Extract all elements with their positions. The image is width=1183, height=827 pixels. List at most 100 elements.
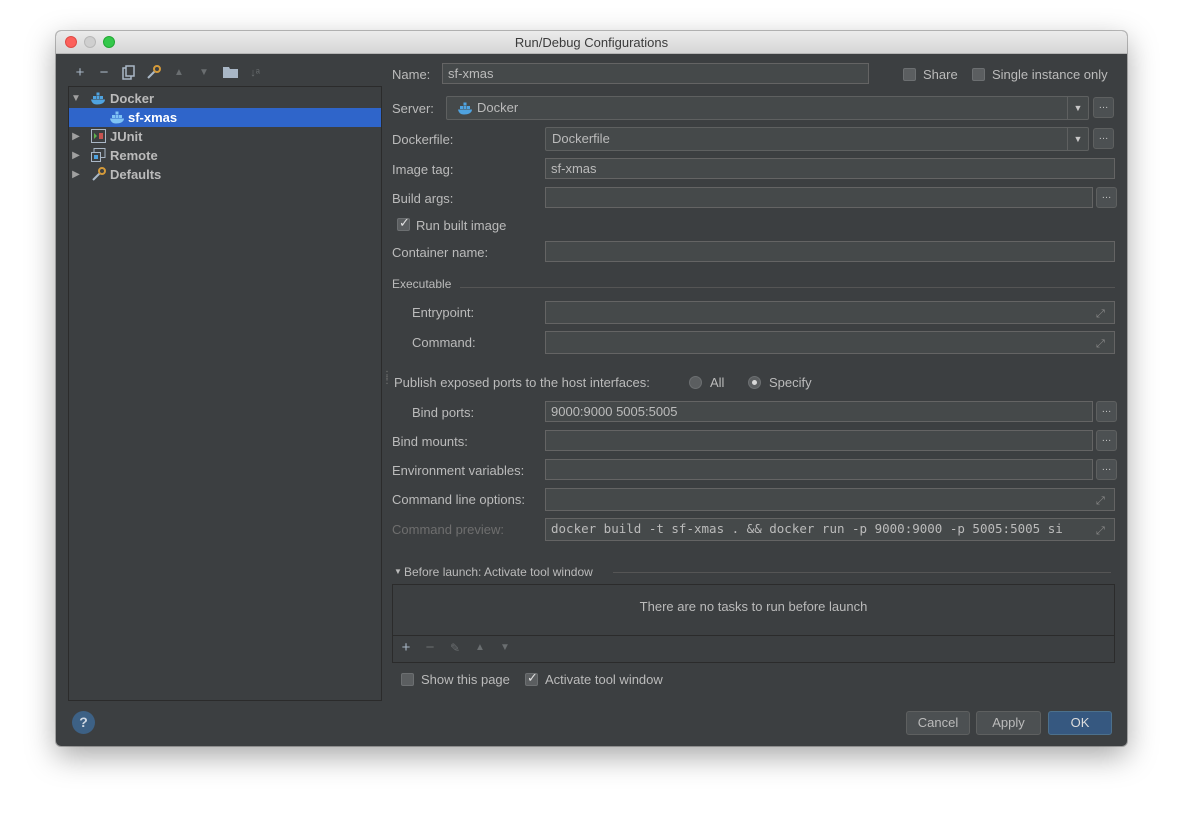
chevron-right-icon[interactable]: ▶ [71, 127, 81, 146]
expand-icon[interactable]: ⤢ [1096, 338, 1108, 350]
dockerfile-label: Dockerfile: [392, 132, 454, 147]
entrypoint-field[interactable] [545, 301, 1115, 324]
tree-item-label: Docker [110, 91, 155, 106]
publish-specify-radio[interactable] [748, 376, 761, 389]
cmd-options-field[interactable] [545, 488, 1115, 511]
tree-item-label: Remote [110, 148, 158, 163]
build-args-browse-button[interactable]: … [1096, 187, 1117, 208]
show-page-label: Show this page [421, 672, 510, 687]
folder-icon[interactable] [222, 65, 238, 81]
bind-ports-label: Bind ports: [412, 405, 475, 420]
publish-all-label: All [710, 375, 725, 390]
chevron-right-icon[interactable]: ▶ [71, 165, 81, 184]
radio-selected-dot [752, 380, 757, 385]
activate-tool-window-checkbox[interactable]: ✓ [525, 670, 538, 686]
remote-icon [91, 148, 107, 163]
command-field[interactable] [545, 331, 1115, 354]
executable-section-label: Executable [392, 277, 452, 291]
move-down-icon[interactable]: ▼ [497, 640, 513, 656]
before-launch-panel: There are no tasks to run before launch … [392, 584, 1115, 663]
edit-defaults-icon[interactable] [146, 65, 162, 81]
docker-icon [458, 100, 474, 122]
expand-icon[interactable]: ⤢ [1096, 525, 1108, 537]
apply-button[interactable]: Apply [976, 711, 1041, 735]
check-icon: ✓ [399, 215, 410, 230]
remove-icon[interactable]: − [422, 640, 438, 656]
sort-icon[interactable]: ↓ᵃ [247, 65, 263, 81]
bind-mounts-browse-button[interactable]: … [1096, 430, 1117, 451]
edit-icon[interactable]: ✎ [447, 640, 463, 656]
before-launch-header[interactable]: Before launch: Activate tool window [404, 565, 593, 579]
share-checkbox[interactable] [903, 68, 916, 81]
collapse-triangle-icon[interactable]: ▼ [394, 567, 402, 576]
bind-mounts-field[interactable] [545, 430, 1093, 451]
chevron-right-icon[interactable]: ▶ [71, 146, 81, 165]
run-built-image-checkbox[interactable]: ✓ [397, 215, 410, 231]
env-vars-field[interactable] [545, 459, 1093, 480]
share-label: Share [923, 67, 958, 82]
defaults-icon [91, 167, 107, 182]
chevron-down-icon[interactable]: ▼ [1067, 128, 1088, 150]
server-select[interactable]: Docker ▼ [446, 96, 1089, 120]
move-up-icon[interactable]: ▲ [171, 65, 187, 81]
minimize-window-button[interactable] [84, 36, 96, 48]
ok-button[interactable]: OK [1048, 711, 1112, 735]
add-icon[interactable]: + [72, 65, 88, 81]
tree-item-remote[interactable]: ▶ Remote [69, 146, 381, 165]
executable-separator [460, 287, 1115, 288]
build-args-label: Build args: [392, 191, 454, 206]
env-vars-browse-button[interactable]: … [1096, 459, 1117, 480]
container-name-field[interactable] [545, 241, 1115, 262]
tree-item-sf-xmas[interactable]: sf-xmas [69, 108, 381, 127]
copy-icon[interactable] [121, 65, 137, 81]
bind-ports-browse-button[interactable]: … [1096, 401, 1117, 422]
zoom-window-button[interactable] [103, 36, 115, 48]
server-label: Server: [392, 101, 434, 116]
publish-specify-label: Specify [769, 375, 812, 390]
bind-ports-field[interactable]: 9000:9000 5005:5005 [545, 401, 1093, 422]
dockerfile-browse-button[interactable]: … [1093, 128, 1114, 149]
tree-item-label: JUnit [110, 129, 143, 144]
env-vars-label: Environment variables: [392, 463, 525, 478]
check-icon: ✓ [527, 670, 538, 685]
tree-item-junit[interactable]: ▶ JUnit [69, 127, 381, 146]
drag-handle-icon[interactable]: ⋮ ⋮ [382, 371, 392, 386]
before-launch-toolbar: + − ✎ ▲ ▼ [393, 635, 1114, 662]
single-instance-checkbox[interactable] [972, 68, 985, 81]
tree-item-defaults[interactable]: ▶ Defaults [69, 165, 381, 184]
remove-icon[interactable]: − [96, 65, 112, 81]
junit-icon [91, 129, 107, 144]
tree-item-label: Defaults [110, 167, 162, 182]
before-launch-separator [613, 572, 1111, 573]
server-value: Docker [477, 100, 519, 115]
image-tag-label: Image tag: [392, 162, 454, 177]
show-page-checkbox[interactable] [401, 673, 414, 686]
chevron-down-icon[interactable]: ▼ [1067, 97, 1088, 119]
chevron-down-icon[interactable]: ▼ [71, 89, 81, 108]
cancel-button[interactable]: Cancel [906, 711, 970, 735]
build-args-field[interactable] [545, 187, 1093, 208]
docker-icon [91, 91, 107, 106]
image-tag-field[interactable]: sf-xmas [545, 158, 1115, 179]
server-browse-button[interactable]: … [1093, 97, 1114, 118]
dockerfile-value: Dockerfile [552, 131, 610, 146]
help-button[interactable]: ? [72, 711, 95, 734]
entrypoint-label: Entrypoint: [412, 305, 475, 320]
dockerfile-select[interactable]: Dockerfile ▼ [545, 127, 1089, 151]
move-down-icon[interactable]: ▼ [196, 65, 212, 81]
bind-mounts-label: Bind mounts: [392, 434, 468, 449]
tree-item-docker[interactable]: ▼ Docker [69, 89, 381, 108]
expand-icon[interactable]: ⤢ [1096, 308, 1108, 320]
name-field[interactable]: sf-xmas [442, 63, 869, 84]
publish-ports-label: Publish exposed ports to the host interf… [394, 375, 650, 390]
window-title: Run/Debug Configurations [514, 35, 669, 50]
add-icon[interactable]: + [398, 640, 414, 656]
cmd-preview-field[interactable]: docker build -t sf-xmas . && docker run … [545, 518, 1115, 541]
title-bar: Run/Debug Configurations [56, 31, 1127, 54]
publish-all-radio[interactable] [689, 376, 702, 389]
move-up-icon[interactable]: ▲ [472, 640, 488, 656]
run-debug-dialog: Run/Debug Configurations + − ▲ ▼ ↓ᵃ ▼ Do… [56, 31, 1127, 746]
close-window-button[interactable] [65, 36, 77, 48]
configuration-tree: ▼ Docker sf-xmas ▶ JUnit ▶ Remote ▶ Defa… [68, 86, 382, 701]
expand-icon[interactable]: ⤢ [1096, 495, 1108, 507]
